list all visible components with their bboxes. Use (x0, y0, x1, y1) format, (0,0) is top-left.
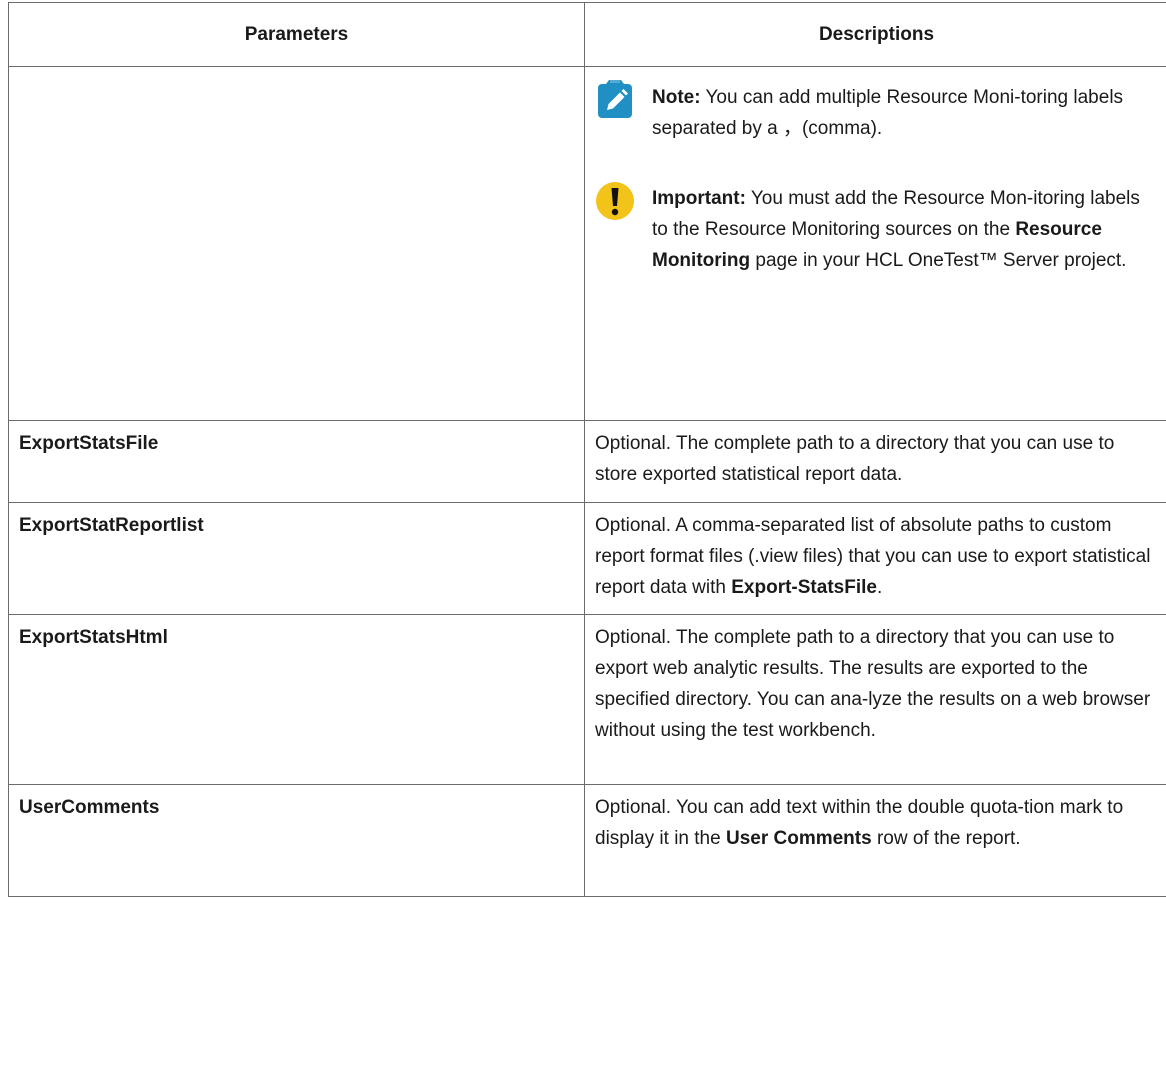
description-bold: User Comments (725, 828, 872, 849)
table-row: ExportStatReportlist Optional. A comma-s… (8, 502, 1166, 615)
description-text: Optional. The complete path to a directo… (595, 627, 1151, 741)
param-cell: ExportStatReportlist (8, 502, 585, 615)
description-cell: Optional. The complete path to a directo… (584, 420, 1166, 503)
note-body: You can add multiple Resource Moni-torin… (652, 87, 1124, 139)
description-after: row of the report. (871, 828, 1021, 849)
exclamation-important-icon (596, 182, 634, 220)
param-cell: UserComments (8, 784, 585, 897)
description-cell: Optional. A comma-separated list of abso… (584, 502, 1166, 615)
table-row: Note: You can add multiple Resource Moni… (8, 66, 1166, 421)
param-cell: ExportStatsHtml (8, 614, 585, 785)
note-label: Note: (652, 87, 701, 108)
description-cell: Note: You can add multiple Resource Moni… (584, 66, 1166, 421)
description-cell: Optional. The complete path to a directo… (584, 614, 1166, 785)
table-row: ExportStatsFile Optional. The complete p… (8, 420, 1166, 503)
parameters-table: Parameters Descriptions Note: You can ad… (8, 2, 1166, 897)
note-text: Note: You can add multiple Resource Moni… (652, 80, 1158, 144)
description-after: . (876, 577, 883, 598)
important-text: Important: You must add the Resource Mon… (652, 181, 1158, 276)
important-label: Important: (652, 188, 746, 209)
description-bold: Export-StatsFile (731, 577, 877, 598)
table-row: ExportStatsHtml Optional. The complete p… (8, 614, 1166, 785)
table-row: UserComments Optional. You can add text … (8, 784, 1166, 897)
param-name: ExportStatReportlist (19, 515, 204, 536)
table-header-row: Parameters Descriptions (8, 2, 1166, 67)
header-parameters: Parameters (8, 2, 585, 67)
important-body-after: page in your HCL OneTest™ Server project… (750, 250, 1127, 271)
param-name: ExportStatsHtml (19, 627, 168, 648)
description-text: Optional. The complete path to a directo… (595, 433, 1115, 485)
param-cell: ExportStatsFile (8, 420, 585, 503)
header-descriptions: Descriptions (584, 2, 1166, 67)
param-name: UserComments (19, 797, 160, 818)
description-text: Optional. A comma-separated list of abso… (595, 515, 1150, 598)
description-text: Optional. You can add text within the do… (595, 797, 1123, 849)
pencil-note-icon (598, 80, 632, 118)
important-callout: Important: You must add the Resource Mon… (595, 181, 1158, 276)
note-callout: Note: You can add multiple Resource Moni… (595, 80, 1158, 144)
param-name: ExportStatsFile (19, 433, 159, 454)
description-cell: Optional. You can add text within the do… (584, 784, 1166, 897)
param-cell (8, 66, 585, 421)
